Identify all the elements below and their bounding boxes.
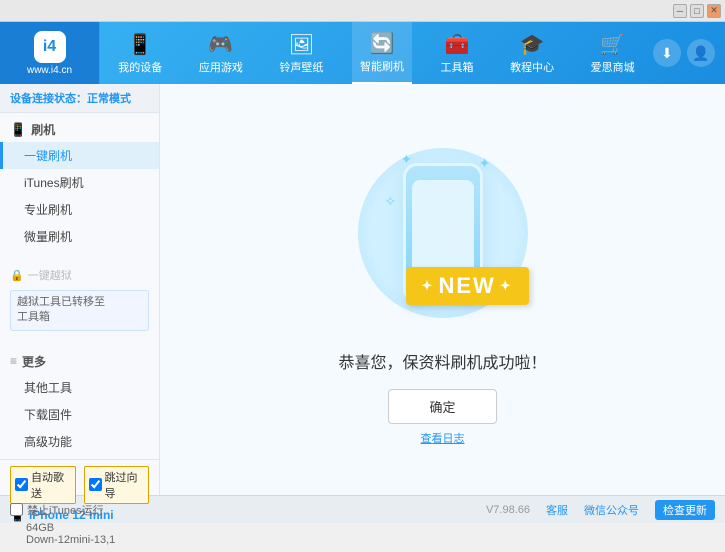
lock-icon: 🔒 — [10, 269, 24, 282]
maximize-button[interactable]: □ — [690, 4, 704, 18]
skip-wizard-label: 跳过向导 — [105, 469, 145, 501]
auto-close-checkbox[interactable] — [15, 478, 28, 491]
main-area: 设备连接状态：正常模式 📱 刷机 一键刷机 iTunes刷机 专业刷机 微量刷机… — [0, 84, 725, 495]
sidebar-more-header: ≡ 更多 — [0, 349, 159, 374]
bars-icon: ≡ — [10, 354, 17, 368]
store-label: 爱思商城 — [591, 59, 635, 75]
checkbox-row: 自动歌送 跳过向导 — [10, 466, 149, 504]
jailbreak-note-line1: 越狱工具已转移至 — [17, 295, 142, 310]
itunes-checkbox[interactable] — [10, 503, 23, 516]
sidebar-item-advanced[interactable]: 高级功能 — [0, 428, 159, 455]
status-value-label: 正常模式 — [87, 93, 131, 105]
device-storage-label: 64GB — [10, 522, 149, 534]
new-ribbon: NEW — [406, 267, 529, 305]
tutorial-icon: 🎓 — [520, 32, 545, 57]
toolbox-label: 工具箱 — [441, 59, 474, 75]
sidebar-flash-header: 📱 刷机 — [0, 117, 159, 142]
skip-wizard-checkbox-item[interactable]: 跳过向导 — [84, 466, 150, 504]
sidebar-jailbreak-section: 🔒 一键越狱 越狱工具已转移至 工具箱 — [0, 260, 159, 339]
app-logo-icon: i4 — [34, 31, 66, 63]
sidebar-item-pro-flash[interactable]: 专业刷机 — [0, 196, 159, 223]
sidebar-more-section: ≡ 更多 其他工具 下载固件 高级功能 — [0, 345, 159, 459]
nav-item-apps-games[interactable]: 🎮 应用游戏 — [191, 22, 251, 84]
auto-close-checkbox-item[interactable]: 自动歌送 — [10, 466, 76, 504]
nav-item-toolbox[interactable]: 🧰 工具箱 — [433, 22, 482, 84]
nav-item-ringtone[interactable]: 🖼 铃声壁纸 — [271, 22, 331, 84]
tutorial-label: 教程中心 — [510, 59, 554, 75]
my-device-label: 我的设备 — [118, 59, 162, 75]
sidebar-item-wipe-flash[interactable]: 微量刷机 — [0, 223, 159, 250]
success-message: 恭喜您，保资料刷机成功啦！ — [338, 349, 546, 373]
jailbreak-label: 一键越狱 — [28, 267, 72, 283]
phone-screen — [412, 180, 474, 278]
nav-item-store[interactable]: 🛒 爱思商城 — [583, 22, 643, 84]
confirm-button[interactable]: 确定 — [388, 389, 496, 424]
view-log-link[interactable]: 查看日志 — [421, 430, 465, 446]
star-icon-2: ✦ — [479, 155, 491, 172]
hero-graphic: ✦ ✦ ✧ ✦ NEW — [343, 133, 543, 333]
device-model-label: Down-12mini-13,1 — [10, 534, 149, 546]
itunes-label: 禁止iTunes运行 — [27, 502, 104, 518]
nav-items-container: 📱 我的设备 🎮 应用游戏 🖼 铃声壁纸 🔄 智能刷机 🧰 工具箱 🎓 教程中心… — [100, 22, 653, 84]
bottom-bar-left: 禁止iTunes运行 — [10, 502, 486, 518]
my-device-icon: 📱 — [128, 32, 153, 57]
app-logo-subtitle: www.i4.cn — [27, 65, 72, 76]
sidebar-item-download-firmware[interactable]: 下载固件 — [0, 401, 159, 428]
star-icon-3: ✧ — [385, 193, 397, 210]
sidebar-flash-section: 📱 刷机 一键刷机 iTunes刷机 专业刷机 微量刷机 — [0, 113, 159, 254]
sidebar-jailbreak-note: 越狱工具已转移至 工具箱 — [10, 290, 149, 331]
wechat-link[interactable]: 微信公众号 — [584, 502, 639, 518]
apps-games-label: 应用游戏 — [199, 59, 243, 75]
flash-section-label: 刷机 — [31, 121, 55, 138]
smart-flash-label: 智能刷机 — [360, 58, 404, 74]
download-nav-button[interactable]: ⬇ — [653, 39, 681, 67]
minimize-button[interactable]: ─ — [673, 4, 687, 18]
nav-right-area: ⬇ 👤 — [653, 39, 725, 67]
sidebar-item-other-tools[interactable]: 其他工具 — [0, 374, 159, 401]
check-update-button[interactable]: 检查更新 — [655, 500, 715, 520]
sidebar-item-one-click-flash[interactable]: 一键刷机 — [0, 142, 159, 169]
service-link[interactable]: 客服 — [546, 502, 568, 518]
jailbreak-note-line2: 工具箱 — [17, 310, 142, 325]
more-section-label: 更多 — [22, 353, 46, 370]
smart-flash-icon: 🔄 — [370, 31, 395, 56]
bottom-bar-right: V7.98.66 客服 微信公众号 检查更新 — [486, 500, 715, 520]
titlebar: ─ □ ✕ — [0, 0, 725, 22]
connection-status-bar: 设备连接状态：正常模式 — [0, 84, 159, 113]
store-icon: 🛒 — [600, 32, 625, 57]
logo-area: i4 www.i4.cn — [0, 22, 100, 84]
nav-item-smart-flash[interactable]: 🔄 智能刷机 — [352, 22, 412, 84]
flash-section-icon: 📱 — [10, 122, 26, 138]
nav-item-my-device[interactable]: 📱 我的设备 — [110, 22, 170, 84]
star-icon-1: ✦ — [401, 151, 413, 168]
main-content: ✦ ✦ ✧ ✦ NEW 恭喜您，保资料刷机成功啦！ 确定 查看日志 — [160, 84, 725, 495]
sidebar: 设备连接状态：正常模式 📱 刷机 一键刷机 iTunes刷机 专业刷机 微量刷机… — [0, 84, 160, 495]
nav-item-tutorial[interactable]: 🎓 教程中心 — [502, 22, 562, 84]
ringtone-label: 铃声壁纸 — [279, 59, 323, 75]
auto-close-label: 自动歌送 — [31, 469, 71, 501]
skip-wizard-checkbox[interactable] — [89, 478, 102, 491]
close-button[interactable]: ✕ — [707, 4, 721, 18]
user-nav-button[interactable]: 👤 — [687, 39, 715, 67]
top-navigation: i4 www.i4.cn 📱 我的设备 🎮 应用游戏 🖼 铃声壁纸 🔄 智能刷机… — [0, 22, 725, 84]
sidebar-item-itunes-flash[interactable]: iTunes刷机 — [0, 169, 159, 196]
status-prefix-label: 设备连接状态： — [10, 93, 87, 105]
version-label: V7.98.66 — [486, 504, 530, 516]
toolbox-icon: 🧰 — [445, 32, 470, 57]
ringtone-icon: 🖼 — [289, 32, 314, 57]
sidebar-jailbreak-header: 🔒 一键越狱 — [0, 264, 159, 286]
apps-games-icon: 🎮 — [208, 32, 233, 57]
